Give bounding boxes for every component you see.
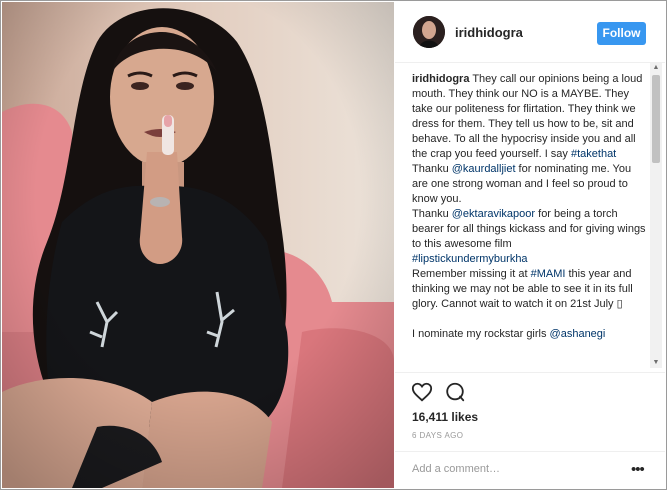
post-photo-image xyxy=(2,2,394,488)
post-header: iridhidogra Follow xyxy=(395,2,665,63)
comment-input[interactable]: Add a comment… xyxy=(412,463,500,475)
follow-button[interactable]: Follow xyxy=(597,22,646,45)
caption-area: iridhidogra They call our opinions being… xyxy=(412,72,648,372)
caption-nominate: I nominate my rockstar girls @ashanegi xyxy=(412,327,648,342)
caption-thanks-1: Thanku @kaurdalljiet for nominating me. … xyxy=(412,162,648,207)
caption-username[interactable]: iridhidogra xyxy=(412,73,469,85)
avatar-image xyxy=(413,16,445,48)
thanks-2-prefix: Thanku xyxy=(412,208,452,220)
comment-icon-svg xyxy=(446,382,465,402)
caption-scrollbar[interactable]: ▲ ▼ xyxy=(650,63,662,368)
mention-kaurdalljiet[interactable]: @kaurdalljiet xyxy=(452,163,516,175)
heart-icon-svg xyxy=(411,382,433,402)
caption-remember: Remember missing it at #MAMI this year a… xyxy=(412,267,648,312)
header-username[interactable]: iridhidogra xyxy=(455,25,523,40)
remember-prefix: Remember missing it at xyxy=(412,268,531,280)
more-options-icon[interactable]: ••• xyxy=(631,461,645,478)
avatar[interactable] xyxy=(413,16,445,48)
likes-count[interactable]: 16,411 likes xyxy=(412,410,478,424)
caption-hashtag-line: #lipstickundermyburkha xyxy=(412,252,648,267)
thanks-1-prefix: Thanku xyxy=(412,163,452,175)
scroll-up-arrow-icon[interactable]: ▲ xyxy=(650,63,662,73)
scroll-down-arrow-icon[interactable]: ▼ xyxy=(650,358,662,368)
hashtag-takethat[interactable]: #takethat xyxy=(571,148,616,160)
caption-thanks-2: Thanku @ektaravikapoor for being a torch… xyxy=(412,207,648,252)
post-window: iridhidogra Follow iridhidogra They call… xyxy=(0,0,667,490)
mention-ektaravikapoor[interactable]: @ektaravikapoor xyxy=(452,208,535,220)
caption: iridhidogra They call our opinions being… xyxy=(412,72,648,162)
comment-icon[interactable] xyxy=(444,381,466,403)
mention-ashanegi[interactable]: @ashanegi xyxy=(550,328,606,340)
caption-text: They call our opinions being a loud mout… xyxy=(412,73,643,160)
hashtag-lipstick[interactable]: #lipstickundermyburkha xyxy=(412,253,528,265)
heart-icon[interactable] xyxy=(411,381,433,403)
add-comment-bar: Add a comment… ••• xyxy=(395,451,665,489)
post-actions: 16,411 likes 6 DAYS AGO Add a comment… •… xyxy=(395,372,665,489)
post-date[interactable]: 6 DAYS AGO xyxy=(412,431,463,440)
hashtag-mami[interactable]: #MAMI xyxy=(531,268,566,280)
post-photo xyxy=(2,2,394,488)
nominate-prefix: I nominate my rockstar girls xyxy=(412,328,550,340)
scroll-thumb[interactable] xyxy=(652,75,660,163)
post-sidebar: iridhidogra Follow iridhidogra They call… xyxy=(395,2,665,488)
caption-spacer xyxy=(412,312,648,327)
